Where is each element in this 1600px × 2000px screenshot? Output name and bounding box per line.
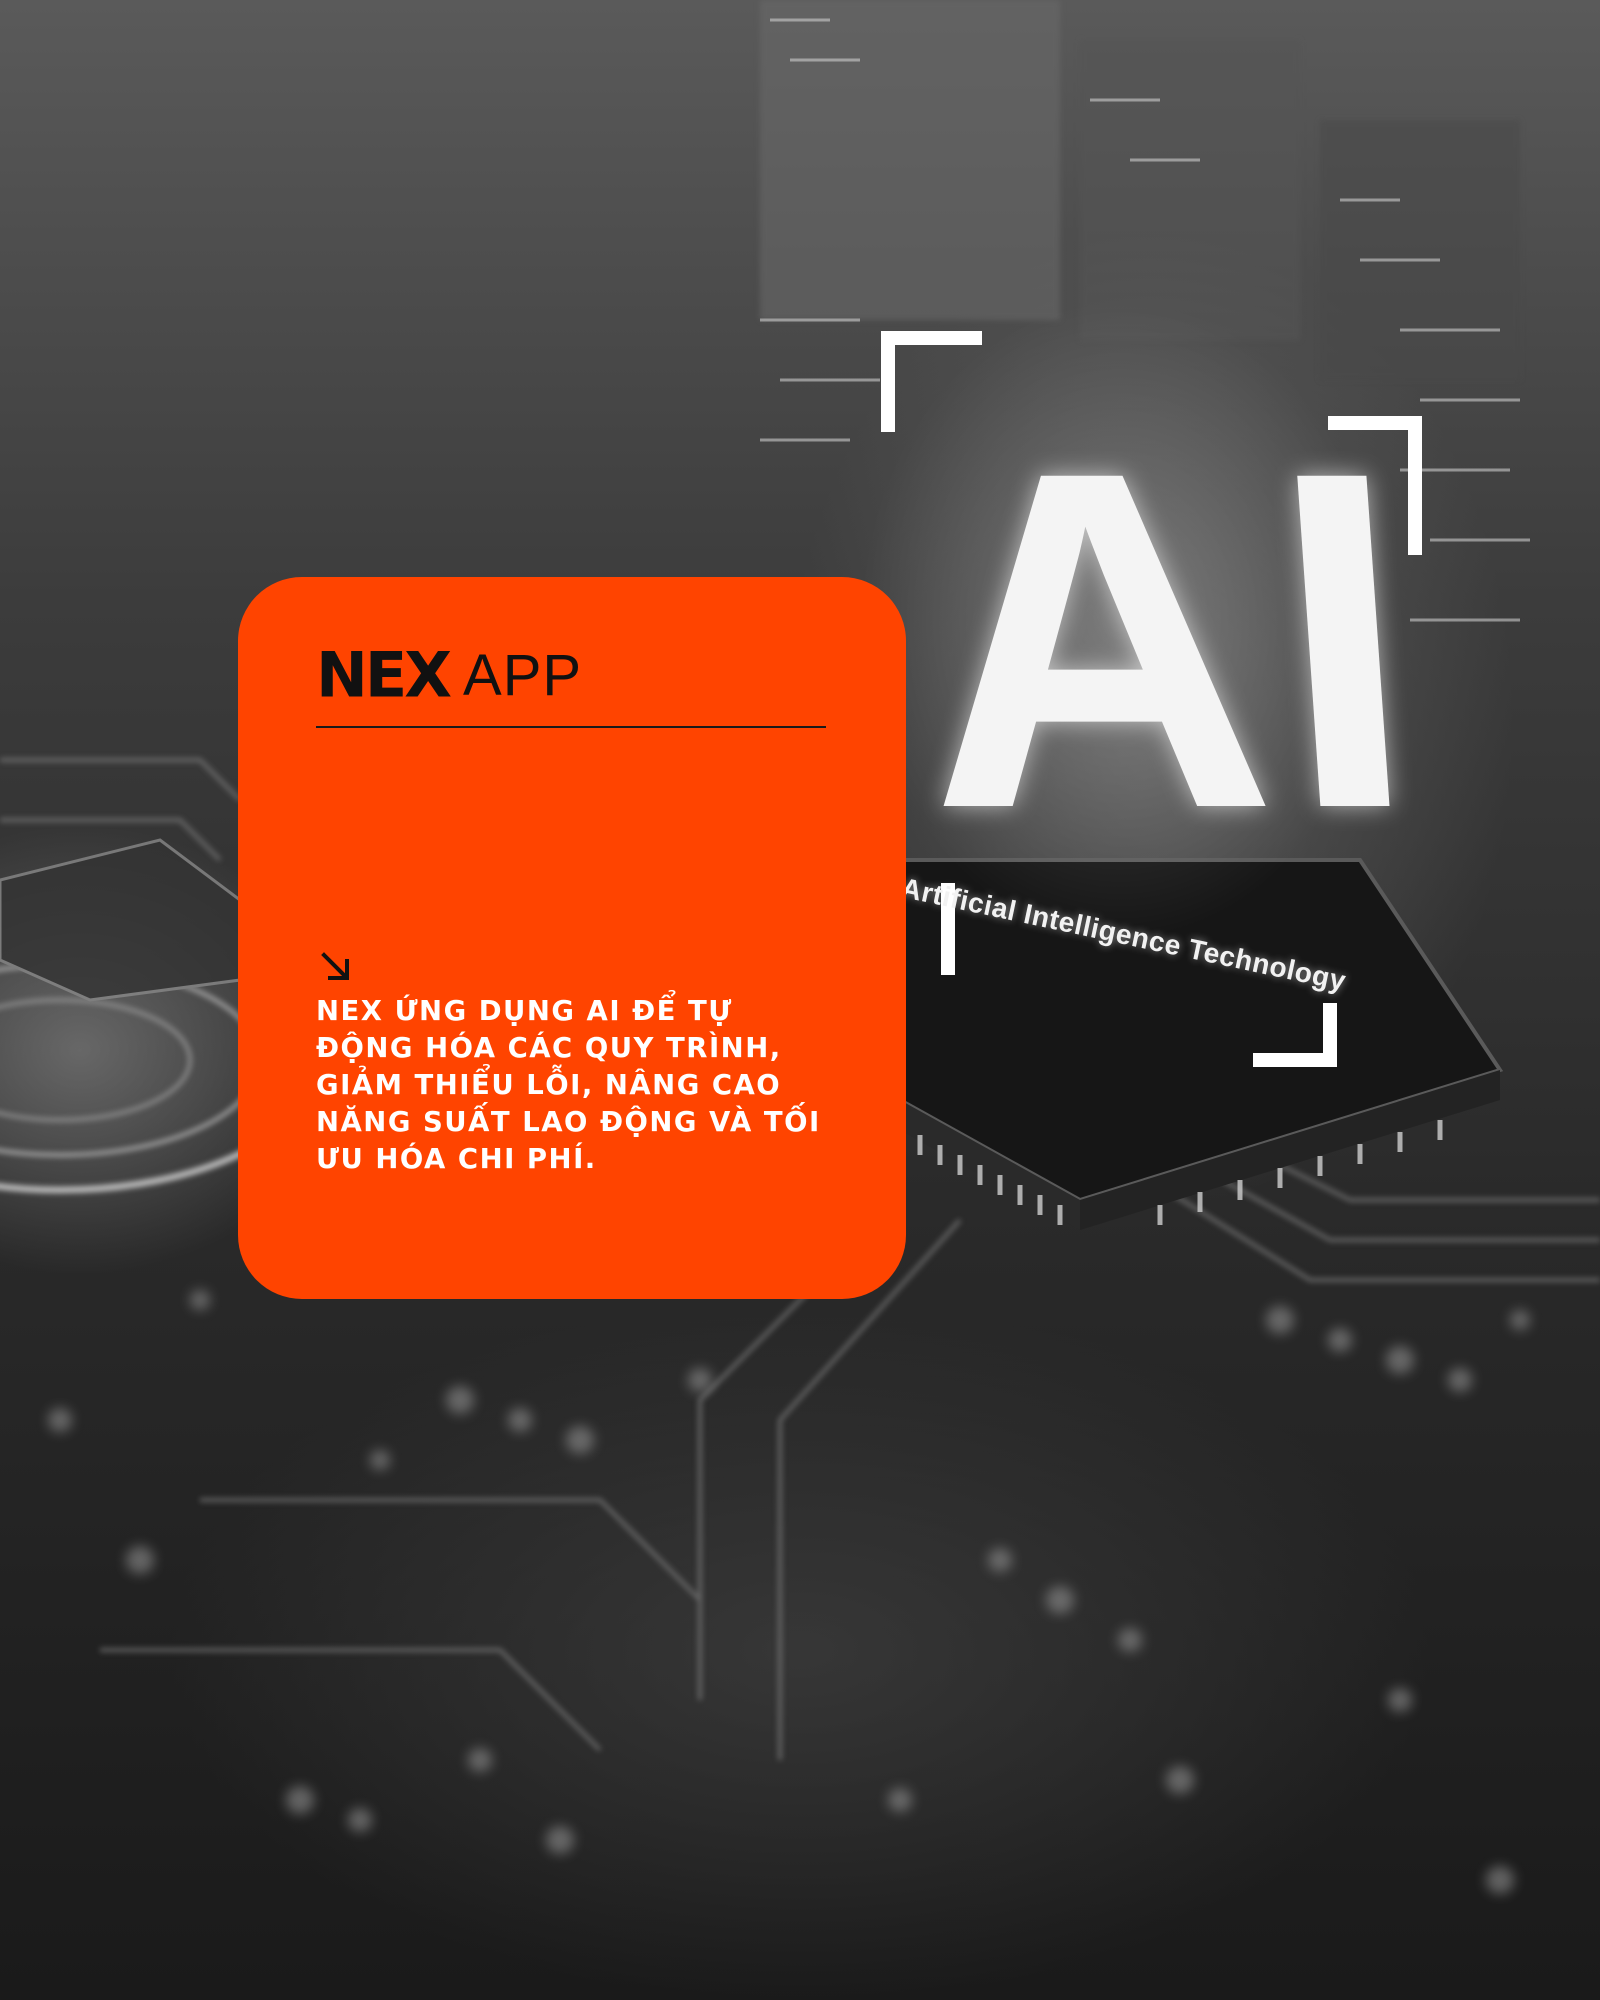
info-card: NEX APP NEX ỨNG DỤNG AI ĐỂ TỰ ĐỘNG HÓA CÁ… bbox=[238, 577, 906, 1299]
nexapp-logo: NEX APP bbox=[316, 642, 583, 708]
logo-divider bbox=[316, 726, 826, 728]
promo-page: AI Artificial Intelligence Technology NE… bbox=[0, 0, 1600, 2000]
card-caption: NEX ỨNG DỤNG AI ĐỂ TỰ ĐỘNG HÓA CÁC QUY T… bbox=[316, 995, 821, 1175]
ai-hero-text: AI bbox=[901, 371, 1439, 908]
ai-hero-letters: AI bbox=[900, 360, 1459, 920]
arrow-down-right-icon bbox=[321, 952, 349, 980]
logo-bold-text: NEX bbox=[316, 638, 452, 712]
logo-light-text: APP bbox=[463, 642, 583, 708]
